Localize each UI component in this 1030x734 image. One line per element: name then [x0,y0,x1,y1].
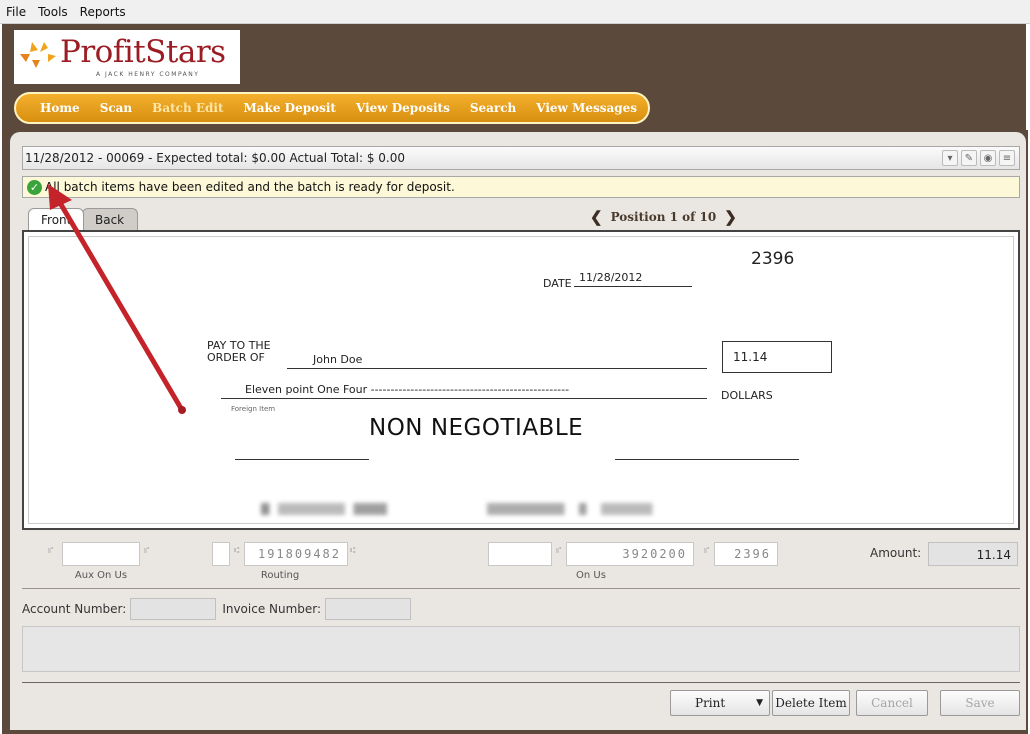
print-button[interactable]: Print ▼ [670,690,770,716]
nav-make-deposit[interactable]: Make Deposit [243,101,335,115]
status-message: All batch items have been edited and the… [45,180,455,194]
brand-subtitle: A JACK HENRY COMPANY [96,71,200,78]
amount-label: Amount: [870,546,922,560]
account-number-label: Account Number: [22,602,127,616]
brand-name: ProfitStars [60,34,226,70]
menu-bar: File Tools Reports [0,0,1030,24]
invoice-number-field[interactable] [325,598,412,620]
menu-tools[interactable]: Tools [38,5,68,19]
nav-home[interactable]: Home [40,101,80,115]
invoice-number-label: Invoice Number: [222,602,322,616]
memo-label: Foreign Item [231,405,276,413]
star-logo-icon [20,42,56,68]
pencil-icon[interactable]: ✎ [961,150,977,166]
check-amount-box: 11.14 [722,341,832,373]
on-us-symbol-icon: ⑈ [704,546,710,556]
batch-tools: ▾ ✎ ◉ ≡ [942,150,1015,166]
previous-chevron-icon[interactable]: ❮ [590,208,603,226]
dropdown-caret-icon[interactable]: ▼ [756,691,763,715]
pay-to-label: PAY TO THE ORDER OF [207,340,271,364]
delete-item-button[interactable]: Delete Item [772,690,850,716]
main-nav: Home Scan Batch Edit Make Deposit View D… [14,92,650,124]
micr-line-blurred-2 [487,503,671,515]
micr-symbol-icon: ⑈ [48,546,54,556]
on-us-label: On Us [576,570,606,581]
transit-symbol-icon: ⑆ [350,546,356,556]
account-number-field[interactable] [130,598,217,620]
aux-on-us-label: Aux On Us [74,570,128,581]
micr-symbol-icon: ⑈ [144,546,150,556]
check-image-viewer: 2396 DATE 11/28/2012 PAY TO THE ORDER OF… [22,230,1020,530]
nav-view-deposits[interactable]: View Deposits [356,101,450,115]
account-invoice-row: Account Number: Invoice Number: [22,598,417,620]
nav-view-messages[interactable]: View Messages [536,101,637,115]
nav-scan[interactable]: Scan [100,101,132,115]
menu-file[interactable]: File [6,5,26,19]
checkmark-icon: ✓ [27,179,42,195]
on-us-field[interactable]: 3920200 [566,542,694,566]
cancel-button[interactable]: Cancel [856,690,928,716]
micr-line-blurred-1 [261,503,401,515]
check-payee: John Doe [287,353,707,369]
tab-front[interactable]: Front [28,208,84,230]
routing-prefix-field[interactable] [212,542,230,566]
check-number-field[interactable]: 2396 [714,542,778,566]
position-navigator: ❮ Position 1 of 10 ❯ [590,208,737,226]
signature-line [615,459,799,460]
divider [22,682,1020,683]
check-number: 2396 [751,249,795,269]
app-header: ProfitStars A JACK HENRY COMPANY Home Sc… [2,24,1026,130]
routing-field[interactable]: 191809482 [244,542,348,566]
batch-summary: 11/28/2012 - 00069 - Expected total: $0.… [25,151,405,165]
check-date-label: DATE [543,277,572,290]
nav-batch-edit[interactable]: Batch Edit [152,101,223,115]
status-bar: ✓ All batch items have been edited and t… [22,176,1020,198]
dropdown-arrow-icon[interactable]: ▾ [942,150,958,166]
micr-fields: ⑈ ⑈ Aux On Us ⑆ 191809482 ⑆ Routing ⑈ 39… [22,540,1020,584]
divider [22,588,1020,589]
routing-label: Routing [260,570,300,581]
aux-on-us-field[interactable] [62,542,140,566]
on-us-prefix-field[interactable] [488,542,552,566]
menu-reports[interactable]: Reports [80,5,126,19]
next-chevron-icon[interactable]: ❯ [724,208,737,226]
tab-back[interactable]: Back [82,208,138,230]
profitstars-logo: ProfitStars A JACK HENRY COMPANY [14,30,240,84]
memo-line [235,459,369,460]
pay-to-label-line2: ORDER OF [207,351,265,364]
list-icon[interactable]: ≡ [999,150,1015,166]
check-date: 11/28/2012 [574,271,692,287]
batch-selector[interactable]: 11/28/2012 - 00069 - Expected total: $0.… [22,146,1020,170]
save-button[interactable]: Save [940,690,1020,716]
transit-symbol-icon: ⑆ [234,546,240,556]
on-us-symbol-icon: ⑈ [556,546,562,556]
notes-area[interactable] [22,626,1020,672]
amount-field[interactable]: 11.14 [928,542,1018,566]
nav-search[interactable]: Search [470,101,516,115]
eye-icon[interactable]: ◉ [980,150,996,166]
check-image: 2396 DATE 11/28/2012 PAY TO THE ORDER OF… [28,236,1014,524]
non-negotiable-watermark: NON NEGOTIABLE [369,415,584,441]
dollars-label: DOLLARS [721,389,773,402]
print-button-label: Print [695,696,726,710]
check-amount-words: Eleven point One Four ------------------… [221,383,707,399]
position-label: Position 1 of 10 [610,210,717,224]
